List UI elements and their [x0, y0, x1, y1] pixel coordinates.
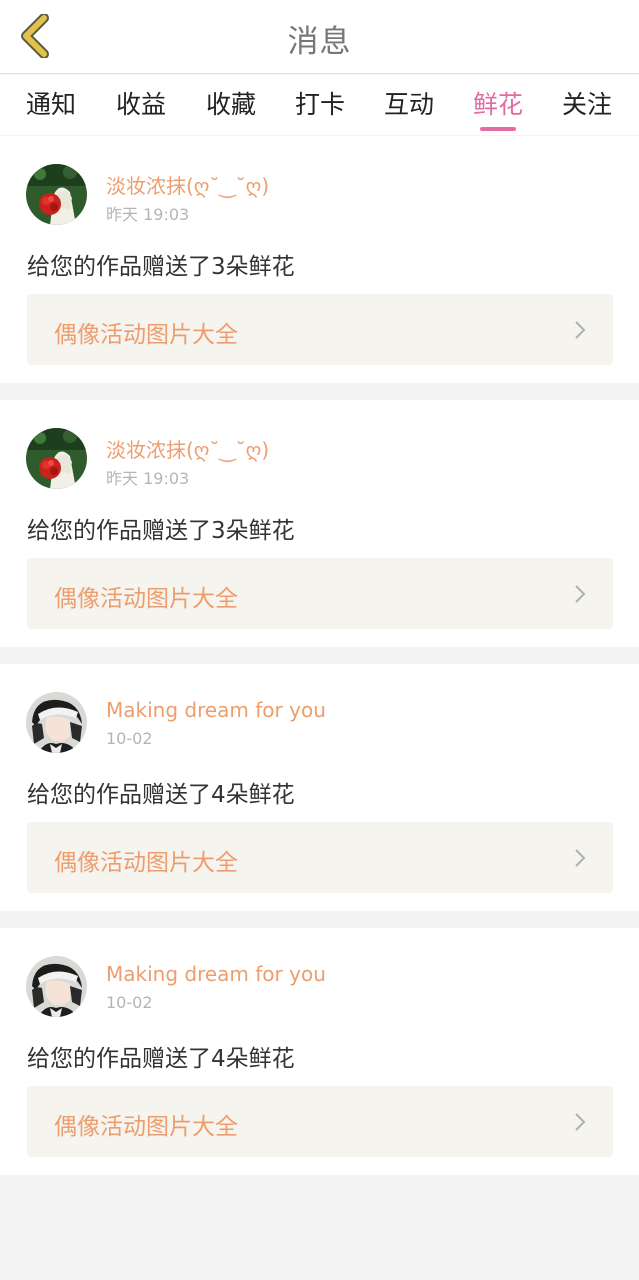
username[interactable]: Making dream for you: [106, 698, 326, 722]
chevron-right-icon: [575, 849, 586, 867]
work-link[interactable]: 偶像活动图片大全: [27, 558, 613, 629]
timestamp: 昨天 19:03: [106, 205, 190, 224]
tab-notifications[interactable]: 通知: [21, 85, 81, 131]
message-card: Making dream for you 10-02 给您的作品赠送了4朵鲜花 …: [0, 664, 639, 911]
message-card: 淡妆浓抹(ღ˘‿˘ღ) 昨天 19:03 给您的作品赠送了3朵鲜花 偶像活动图片…: [0, 136, 639, 383]
work-title: 偶像活动图片大全: [54, 850, 238, 876]
tab-follow[interactable]: 关注: [557, 85, 617, 131]
tab-interaction[interactable]: 互动: [379, 85, 439, 131]
rose-avatar-icon: [26, 164, 87, 225]
message-text: 给您的作品赠送了4朵鲜花: [27, 782, 295, 808]
work-title: 偶像活动图片大全: [54, 586, 238, 612]
username[interactable]: 淡妆浓抹(ღ˘‿˘ღ): [106, 170, 269, 199]
header: 消息: [0, 0, 639, 74]
avatar[interactable]: [26, 428, 87, 489]
anime-boy-avatar-icon: [26, 692, 87, 753]
work-title: 偶像活动图片大全: [54, 322, 238, 348]
tab-bar: 通知 收益 收藏 打卡 互动 鲜花 关注: [0, 75, 639, 135]
message-card: Making dream for you 10-02 给您的作品赠送了4朵鲜花 …: [0, 928, 639, 1175]
timestamp: 10-02: [106, 993, 153, 1012]
page-title: 消息: [287, 24, 352, 60]
tab-label: 鲜花: [472, 90, 523, 119]
rose-avatar-icon: [26, 428, 87, 489]
message-text: 给您的作品赠送了3朵鲜花: [27, 254, 295, 280]
tab-flowers[interactable]: 鲜花: [468, 85, 528, 131]
work-link[interactable]: 偶像活动图片大全: [27, 822, 613, 893]
tab-earnings[interactable]: 收益: [111, 85, 171, 131]
message-text: 给您的作品赠送了4朵鲜花: [27, 1046, 295, 1072]
work-link[interactable]: 偶像活动图片大全: [27, 1086, 613, 1157]
avatar[interactable]: [26, 164, 87, 225]
tab-label: 收益: [115, 90, 166, 119]
chevron-right-icon: [575, 1113, 586, 1131]
tab-label: 通知: [25, 90, 76, 119]
tab-label: 收藏: [205, 90, 256, 119]
message-text: 给您的作品赠送了3朵鲜花: [27, 518, 295, 544]
timestamp: 10-02: [106, 729, 153, 748]
chevron-right-icon: [575, 585, 586, 603]
timestamp: 昨天 19:03: [106, 469, 190, 488]
tab-favorites[interactable]: 收藏: [201, 85, 261, 131]
avatar[interactable]: [26, 692, 87, 753]
chevron-right-icon: [575, 321, 586, 339]
username[interactable]: 淡妆浓抹(ღ˘‿˘ღ): [106, 434, 269, 463]
tab-checkin[interactable]: 打卡: [290, 85, 350, 131]
work-link[interactable]: 偶像活动图片大全: [27, 294, 613, 365]
active-tab-indicator: [480, 127, 516, 131]
tab-label: 关注: [561, 90, 612, 119]
avatar[interactable]: [26, 956, 87, 1017]
message-card: 淡妆浓抹(ღ˘‿˘ღ) 昨天 19:03 给您的作品赠送了3朵鲜花 偶像活动图片…: [0, 400, 639, 647]
tab-label: 打卡: [294, 90, 345, 119]
anime-boy-avatar-icon: [26, 956, 87, 1017]
username[interactable]: Making dream for you: [106, 962, 326, 986]
work-title: 偶像活动图片大全: [54, 1114, 238, 1140]
tab-label: 互动: [383, 90, 434, 119]
